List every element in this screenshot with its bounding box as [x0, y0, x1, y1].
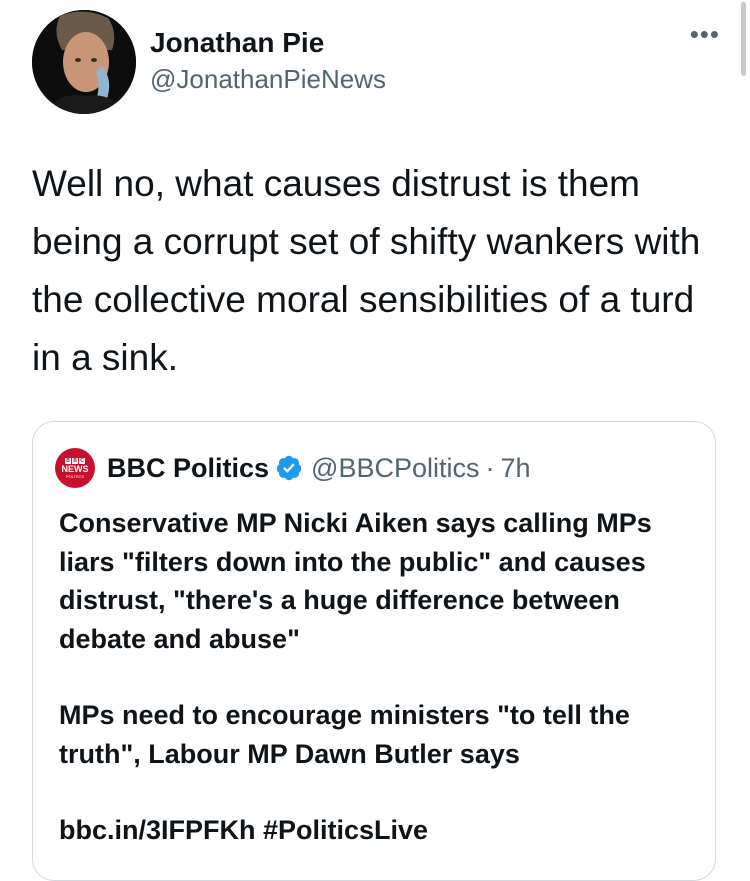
quoted-display-name: BBC Politics — [107, 452, 270, 483]
bbc-logo-block: C — [79, 457, 85, 464]
quoted-handle: @BBCPolitics — [311, 452, 480, 483]
bbc-news-logo: B B C NEWS POLITICS — [55, 448, 95, 488]
quoted-paragraph-2: MPs need to encourage ministers "to tell… — [59, 700, 630, 769]
author-handle[interactable]: @JonathanPieNews — [150, 62, 386, 96]
tweet-header: Jonathan Pie @JonathanPieNews ••• — [32, 10, 720, 114]
quoted-timestamp: 7h — [500, 452, 531, 483]
quoted-paragraph-1: Conservative MP Nicki Aiken says calling… — [59, 508, 652, 654]
bbc-logo-news: NEWS — [61, 463, 89, 474]
verified-badge-icon — [276, 455, 302, 481]
scrollbar[interactable] — [741, 2, 746, 76]
more-icon[interactable]: ••• — [690, 21, 720, 47]
quoted-separator: · — [485, 452, 495, 483]
bbc-logo-block: B — [65, 457, 71, 464]
bbc-logo-block: B — [72, 457, 78, 464]
tweet-text: Well no, what causes distrust is them be… — [32, 163, 701, 378]
quoted-tweet-header: B B C NEWS POLITICS BBC Politics @BBCPol… — [55, 448, 531, 488]
quoted-tweet[interactable]: B B C NEWS POLITICS BBC Politics @BBCPol… — [32, 421, 716, 881]
author-display-name[interactable]: Jonathan Pie — [150, 26, 386, 60]
quoted-tweet-body: Conservative MP Nicki Aiken says calling… — [59, 504, 699, 850]
quoted-link-line[interactable]: bbc.in/3IFPFKh #PoliticsLive — [59, 811, 699, 850]
avatar[interactable] — [32, 10, 136, 114]
bbc-logo-politics: POLITICS — [65, 473, 85, 479]
